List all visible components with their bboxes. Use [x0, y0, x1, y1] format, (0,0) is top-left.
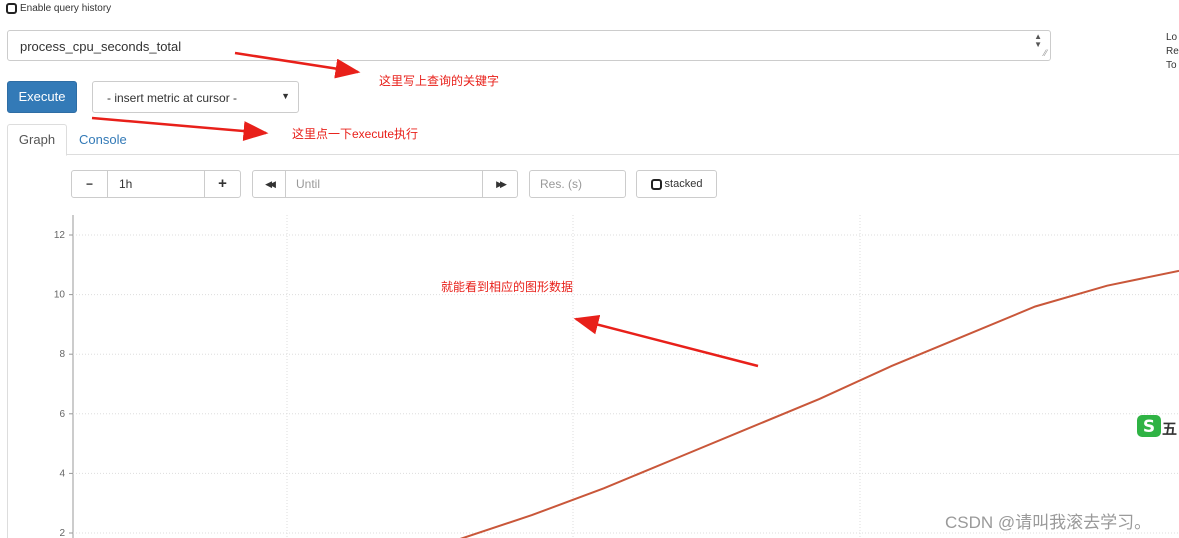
annotation-arrows: [91, 51, 759, 368]
ime-character: 五: [1162, 421, 1178, 438]
arrow-to-query: [234, 51, 361, 79]
svg-text:S: S: [1143, 417, 1155, 437]
sogou-ime-icon: S: [1137, 415, 1161, 437]
csdn-watermark: CSDN @请叫我滚去学习。: [945, 513, 1152, 532]
arrow-to-graph: [573, 314, 759, 368]
arrow-to-execute: [91, 116, 269, 142]
